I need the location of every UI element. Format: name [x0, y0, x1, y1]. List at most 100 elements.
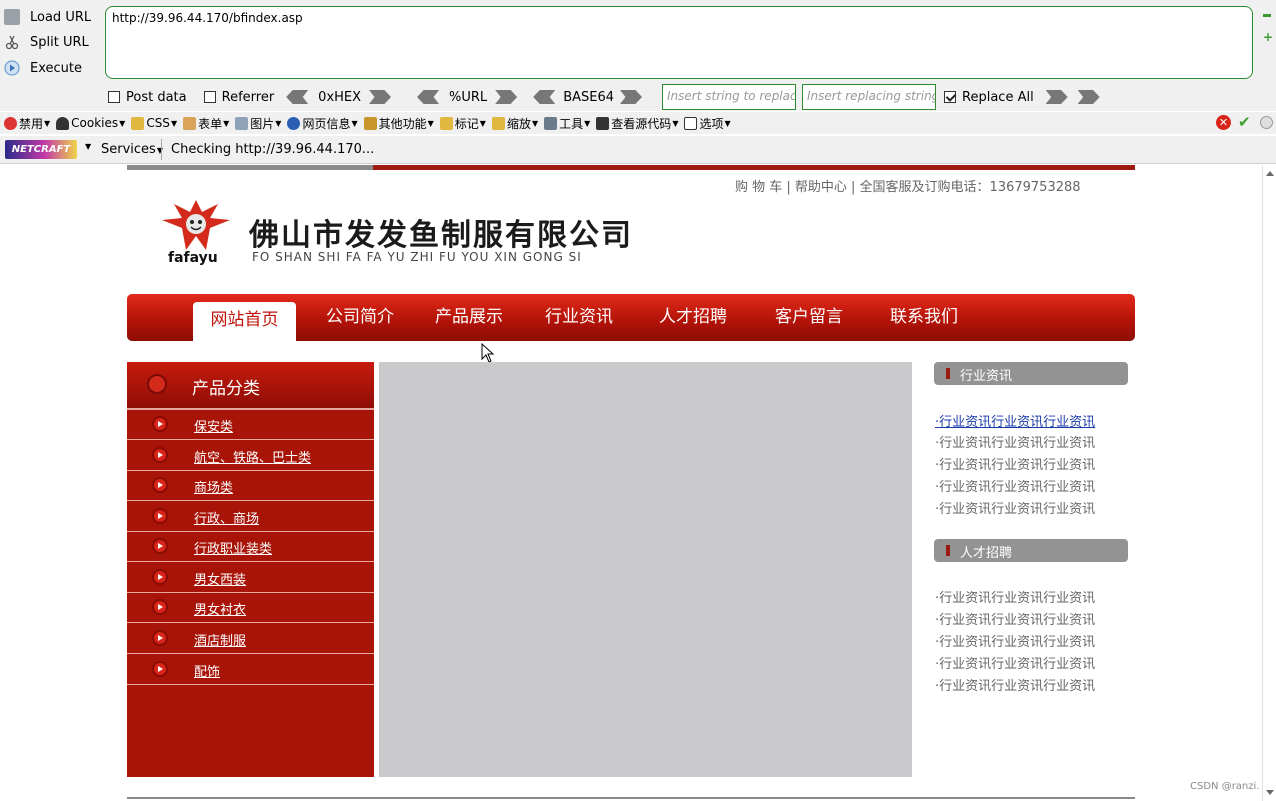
- category-label[interactable]: 行政职业装类: [194, 538, 272, 557]
- netcraft-logo[interactable]: NETCRAFT: [5, 140, 77, 159]
- misc-icon: [363, 116, 377, 130]
- post-data-checkbox[interactable]: [108, 91, 120, 103]
- scroll-up-icon[interactable]: [1266, 171, 1274, 176]
- category-item[interactable]: 行政职业装类: [127, 532, 374, 562]
- netcraft-dropdown-icon[interactable]: ▼: [85, 142, 91, 151]
- category-label[interactable]: 配饰: [194, 661, 220, 680]
- check-icon[interactable]: ✔: [1238, 113, 1251, 131]
- referrer-label: Referrer: [221, 89, 275, 105]
- base64-encode-arrow-icon[interactable]: [620, 90, 643, 104]
- load-url-button[interactable]: Load URL: [4, 6, 91, 28]
- category-label[interactable]: 航空、铁路、巴士类: [194, 447, 311, 466]
- status-circle-icon[interactable]: [1260, 116, 1273, 129]
- toolbar-page-info-menu[interactable]: 网页信息 ▼: [287, 115, 358, 132]
- replace-all-checkbox[interactable]: [944, 91, 957, 103]
- jobs-link[interactable]: ·行业资讯行业资讯行业资讯: [935, 609, 1095, 628]
- jobs-box-header: 人才招聘: [934, 539, 1128, 562]
- news-link[interactable]: ·行业资讯行业资讯行业资讯: [935, 411, 1095, 430]
- execute-label: Execute: [30, 60, 82, 76]
- jobs-link[interactable]: ·行业资讯行业资讯行业资讯: [935, 675, 1095, 694]
- toolbar-cookies-menu[interactable]: Cookies ▼: [56, 116, 125, 130]
- hex-encode-arrow-icon[interactable]: [369, 90, 392, 104]
- replace-all-arrow-icon[interactable]: [1077, 90, 1100, 104]
- url-decode-arrow-icon[interactable]: [417, 90, 440, 104]
- category-item[interactable]: 配饰: [127, 655, 374, 685]
- base64-decode-arrow-icon[interactable]: [533, 90, 556, 104]
- category-item[interactable]: 男女西装: [127, 563, 374, 593]
- news-link-text[interactable]: 行业资讯行业资讯行业资讯: [939, 415, 1095, 430]
- toolbar-css-menu[interactable]: CSS ▼: [131, 116, 177, 130]
- plus-icon[interactable]: +: [1263, 30, 1273, 44]
- category-label[interactable]: 酒店制服: [194, 630, 246, 649]
- nav-guestbook[interactable]: 客户留言: [775, 294, 843, 341]
- category-label[interactable]: 保安类: [194, 416, 233, 435]
- replace-arrow-icon[interactable]: [1045, 90, 1068, 104]
- toolbar-options-menu[interactable]: 选项 ▼: [684, 115, 731, 132]
- replacing-string-input[interactable]: Insert replacing string: [802, 84, 937, 110]
- news-link[interactable]: ·行业资讯行业资讯行业资讯: [935, 454, 1095, 473]
- news-box-title: 行业资讯: [960, 369, 1013, 384]
- minus-icon[interactable]: [1263, 14, 1271, 17]
- news-link[interactable]: ·行业资讯行业资讯行业资讯: [935, 498, 1095, 517]
- logo-text: fafayu: [168, 250, 218, 266]
- jobs-link-text[interactable]: 行业资讯行业资讯行业资讯: [939, 635, 1095, 650]
- category-label[interactable]: 男女西装: [194, 569, 246, 588]
- toolbar-view-source-menu[interactable]: 查看源代码 ▼: [596, 115, 678, 132]
- nav-contact[interactable]: 联系我们: [890, 294, 958, 341]
- toolbar-images-menu[interactable]: 图片 ▼: [235, 115, 281, 132]
- category-item[interactable]: 商场类: [127, 471, 374, 501]
- jobs-link-text[interactable]: 行业资讯行业资讯行业资讯: [939, 657, 1095, 672]
- netcraft-status-text: Checking http://39.96.44.170...: [171, 142, 375, 157]
- nav-recruitment[interactable]: 人才招聘: [659, 294, 727, 341]
- jobs-link[interactable]: ·行业资讯行业资讯行业资讯: [935, 587, 1095, 606]
- url-encode-arrow-icon[interactable]: [495, 90, 518, 104]
- execute-button[interactable]: Execute: [4, 57, 82, 79]
- top-links[interactable]: 购 物 车 | 帮助中心 | 全国客服及订购电话：13679753288: [735, 176, 1081, 195]
- jobs-link-text[interactable]: 行业资讯行业资讯行业资讯: [939, 591, 1095, 606]
- error-icon[interactable]: ✕: [1216, 115, 1231, 130]
- toolbar-misc-menu[interactable]: 其他功能 ▼: [363, 115, 434, 132]
- category-label[interactable]: 行政、商场: [194, 508, 259, 527]
- nav-home[interactable]: 网站首页: [193, 302, 296, 341]
- category-item[interactable]: 男女衬衣: [127, 593, 374, 623]
- jobs-link-text[interactable]: 行业资讯行业资讯行业资讯: [939, 613, 1095, 628]
- category-item[interactable]: 行政、商场: [127, 502, 374, 532]
- mouse-cursor-icon: [481, 343, 495, 363]
- info-icon: [287, 116, 301, 130]
- toolbar-forms-menu[interactable]: 表单 ▼: [183, 115, 229, 132]
- category-item[interactable]: 酒店制服: [127, 624, 374, 654]
- split-url-button[interactable]: Split URL: [4, 31, 89, 53]
- category-label[interactable]: 商场类: [194, 477, 233, 496]
- nav-products[interactable]: 产品展示: [435, 294, 503, 341]
- news-link[interactable]: ·行业资讯行业资讯行业资讯: [935, 432, 1095, 451]
- toolbar-page-info-label: 网页信息: [302, 116, 351, 131]
- category-label[interactable]: 男女衬衣: [194, 599, 246, 618]
- replace-string-input[interactable]: Insert string to replace: [662, 84, 797, 110]
- news-link-text[interactable]: 行业资讯行业资讯行业资讯: [939, 436, 1095, 451]
- hex-decode-arrow-icon[interactable]: [286, 90, 309, 104]
- toolbar-tools-menu[interactable]: 工具 ▼: [544, 115, 590, 132]
- product-category-sidebar: 产品分类 保安类 航空、铁路、巴士类 商场类 行政、商场 行政职业装类 男女西装…: [127, 362, 374, 777]
- toolbar-cookies-label: Cookies: [71, 116, 119, 130]
- category-item[interactable]: 保安类: [127, 410, 374, 440]
- jobs-link[interactable]: ·行业资讯行业资讯行业资讯: [935, 631, 1095, 650]
- url-encoding-label: %URL: [449, 89, 488, 105]
- jobs-link[interactable]: ·行业资讯行业资讯行业资讯: [935, 653, 1095, 672]
- news-link-text[interactable]: 行业资讯行业资讯行业资讯: [939, 480, 1095, 495]
- news-link-text[interactable]: 行业资讯行业资讯行业资讯: [939, 502, 1095, 517]
- toolbar-view-source-label: 查看源代码: [611, 116, 672, 131]
- page-scrollbar[interactable]: [1262, 165, 1276, 801]
- nav-about[interactable]: 公司简介: [326, 294, 394, 341]
- news-link-text[interactable]: 行业资讯行业资讯行业资讯: [939, 458, 1095, 473]
- services-menu[interactable]: Services▼: [101, 142, 163, 157]
- toolbar-resize-menu[interactable]: 缩放 ▼: [491, 115, 538, 132]
- referrer-checkbox[interactable]: [203, 91, 216, 103]
- url-textarea[interactable]: http://39.96.44.170/bfindex.asp: [105, 6, 1253, 79]
- scroll-down-icon[interactable]: [1266, 790, 1274, 795]
- nav-industry-news[interactable]: 行业资讯: [545, 294, 613, 341]
- toolbar-disable-menu[interactable]: 禁用 ▼: [4, 115, 50, 132]
- jobs-link-text[interactable]: 行业资讯行业资讯行业资讯: [939, 679, 1095, 694]
- toolbar-outline-menu[interactable]: 标记 ▼: [439, 115, 486, 132]
- category-item[interactable]: 航空、铁路、巴士类: [127, 441, 374, 471]
- news-link[interactable]: ·行业资讯行业资讯行业资讯: [935, 476, 1095, 495]
